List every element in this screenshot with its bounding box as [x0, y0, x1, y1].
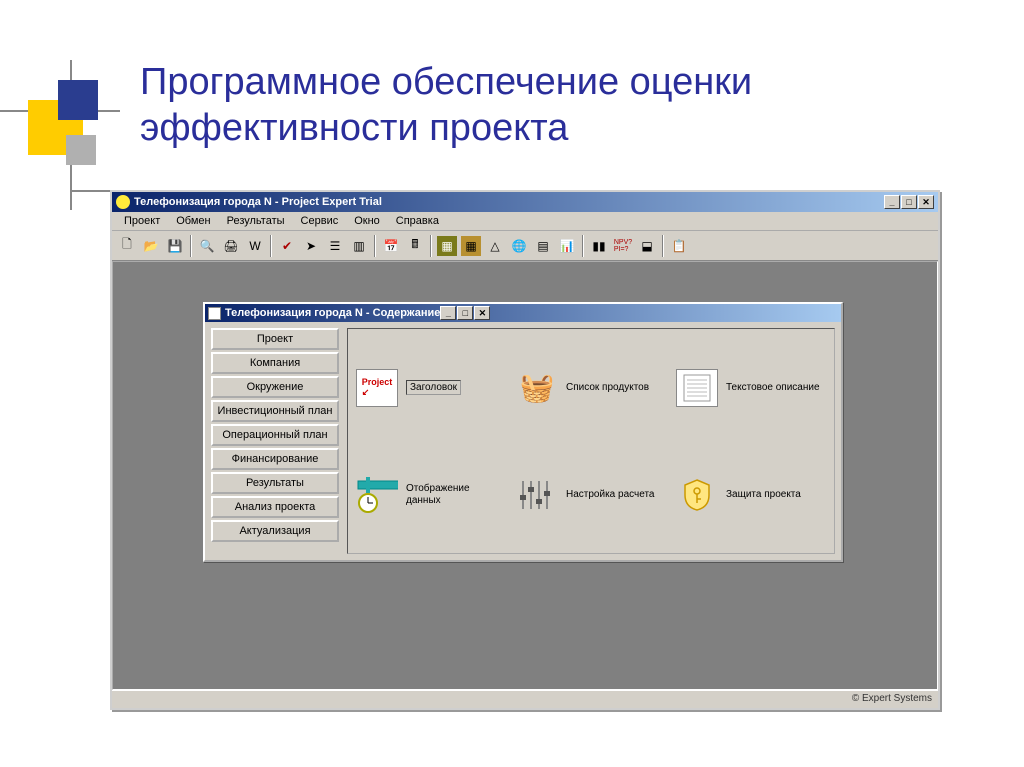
close-button[interactable]: ✕: [918, 195, 934, 209]
preview-icon[interactable]: 🔍: [196, 235, 218, 257]
item-title[interactable]: Project↙ Заголовок: [356, 337, 506, 438]
child-minimize-button[interactable]: _: [440, 306, 456, 320]
menu-exchange[interactable]: Обмен: [168, 213, 218, 229]
check-icon[interactable]: ✔: [276, 235, 298, 257]
child-maximize-button[interactable]: □: [457, 306, 473, 320]
bars-icon[interactable]: ▮▮: [588, 235, 610, 257]
print-icon[interactable]: 🖨: [220, 235, 242, 257]
statusbar: © Expert Systems: [112, 690, 938, 708]
item-products-label: Список продуктов: [566, 382, 649, 394]
calculator-icon[interactable]: 🖩: [404, 235, 426, 257]
menu-help[interactable]: Справка: [388, 213, 447, 229]
child-titlebar: Телефонизация города N - Содержание _ □ …: [205, 304, 841, 322]
child-title: Телефонизация города N - Содержание: [225, 307, 440, 319]
menubar: Проект Обмен Результаты Сервис Окно Спра…: [112, 212, 938, 231]
stack-icon[interactable]: ▥: [348, 235, 370, 257]
main-titlebar: Телефонизация города N - Project Expert …: [112, 192, 938, 212]
shield-key-icon: [676, 476, 718, 514]
basket-icon: 🧺: [516, 369, 558, 407]
slide-title: Программное обеспечение оценки эффективн…: [140, 60, 960, 151]
item-display-data-label: Отображение данных: [406, 483, 506, 507]
slide-decoration: [0, 60, 130, 190]
project-icon: Project↙: [356, 369, 398, 407]
menu-service[interactable]: Сервис: [293, 213, 347, 229]
item-calc-settings-label: Настройка расчета: [566, 489, 655, 501]
sliders-icon: [516, 476, 558, 514]
item-protection[interactable]: Защита проекта: [676, 444, 826, 545]
new-icon[interactable]: 🗋: [116, 235, 138, 257]
item-products[interactable]: 🧺 Список продуктов: [516, 337, 666, 438]
plus-icon[interactable]: △: [484, 235, 506, 257]
minimize-button[interactable]: _: [884, 195, 900, 209]
document-icon: [208, 307, 221, 320]
mdi-workspace: Телефонизация города N - Содержание _ □ …: [112, 261, 938, 690]
copy-icon[interactable]: 📋: [668, 235, 690, 257]
item-protection-label: Защита проекта: [726, 489, 801, 501]
app-icon: [116, 195, 130, 209]
tree-icon[interactable]: ☰: [324, 235, 346, 257]
tab-results[interactable]: Результаты: [211, 472, 339, 494]
tab-list: Проект Компания Окружение Инвестиционный…: [211, 328, 339, 554]
document-lines-icon: [676, 369, 718, 407]
open-icon[interactable]: 📂: [140, 235, 162, 257]
child-close-button[interactable]: ✕: [474, 306, 490, 320]
tab-company[interactable]: Компания: [211, 352, 339, 374]
tab-project[interactable]: Проект: [211, 328, 339, 350]
item-calc-settings[interactable]: Настройка расчета: [516, 444, 666, 545]
menu-window[interactable]: Окно: [346, 213, 388, 229]
table-icon[interactable]: ▤: [532, 235, 554, 257]
word-icon[interactable]: W: [244, 235, 266, 257]
grid2-icon[interactable]: ▦: [460, 235, 482, 257]
tab-environment[interactable]: Окружение: [211, 376, 339, 398]
tab-analysis[interactable]: Анализ проекта: [211, 496, 339, 518]
app-window: Телефонизация города N - Project Expert …: [110, 190, 940, 710]
chart-icon[interactable]: 📊: [556, 235, 578, 257]
item-text-desc-label: Текстовое описание: [726, 382, 820, 394]
tab-operational[interactable]: Операционный план: [211, 424, 339, 446]
menu-project[interactable]: Проект: [116, 213, 168, 229]
grid-icon[interactable]: ▦: [436, 235, 458, 257]
npv-icon[interactable]: NPV?PI=?: [612, 235, 634, 257]
toolbar: 🗋 📂 💾 🔍 🖨 W ✔ ➤ ☰ ▥ 📅 🖩 ▦ ▦ △ 🌐 ▤ 📊 ▮▮ N…: [112, 231, 938, 261]
item-text-desc[interactable]: Текстовое описание: [676, 337, 826, 438]
flow-icon[interactable]: ⬓: [636, 235, 658, 257]
item-title-label: Заголовок: [406, 380, 461, 395]
menu-results[interactable]: Результаты: [219, 213, 293, 229]
tab-financing[interactable]: Финансирование: [211, 448, 339, 470]
app-title: Телефонизация города N - Project Expert …: [134, 196, 382, 208]
window-controls: _ □ ✕: [884, 195, 934, 209]
maximize-button[interactable]: □: [901, 195, 917, 209]
tab-actualization[interactable]: Актуализация: [211, 520, 339, 542]
status-text: © Expert Systems: [852, 693, 932, 704]
calendar-icon[interactable]: 📅: [380, 235, 402, 257]
item-display-data[interactable]: Отображение данных: [356, 444, 506, 545]
arrow-icon[interactable]: ➤: [300, 235, 322, 257]
save-icon[interactable]: 💾: [164, 235, 186, 257]
clock-caliper-icon: [356, 476, 398, 514]
tab-investment[interactable]: Инвестиционный план: [211, 400, 339, 422]
globe-icon[interactable]: 🌐: [508, 235, 530, 257]
child-window: Телефонизация города N - Содержание _ □ …: [203, 302, 843, 562]
content-panel: Project↙ Заголовок 🧺 Список продуктов Те…: [347, 328, 835, 554]
